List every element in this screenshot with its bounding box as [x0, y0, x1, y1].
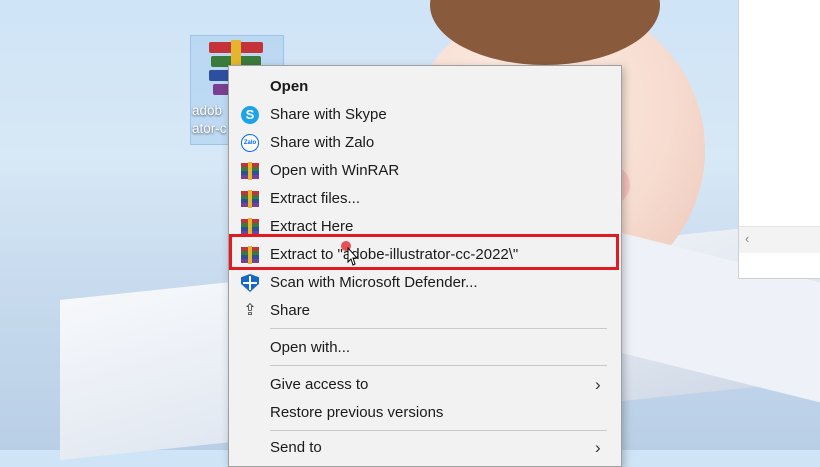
- scroll-left-icon[interactable]: ‹: [745, 231, 749, 246]
- menu-item-open[interactable]: Open: [229, 73, 621, 101]
- menu-separator: [270, 365, 607, 366]
- menu-item-restore-versions[interactable]: Restore previous versions: [229, 399, 621, 427]
- share-icon: ⇪: [243, 302, 257, 319]
- highlight-box: [229, 234, 619, 270]
- menu-item-open-with[interactable]: Open with...: [229, 334, 621, 362]
- menu-item-label: Open: [270, 78, 309, 95]
- defender-shield-icon: [241, 274, 259, 292]
- menu-item-label: Share: [270, 302, 311, 319]
- winrar-icon: [241, 190, 259, 208]
- menu-item-label: Restore previous versions: [270, 404, 444, 421]
- winrar-icon: [241, 162, 259, 180]
- menu-item-share-zalo[interactable]: Zalo Share with Zalo: [229, 129, 621, 157]
- menu-item-scan-defender[interactable]: Scan with Microsoft Defender...: [229, 269, 621, 297]
- menu-separator: [270, 328, 607, 329]
- menu-item-share-skype[interactable]: S Share with Skype: [229, 101, 621, 129]
- menu-item-label: Give access to: [270, 376, 369, 393]
- menu-item-open-winrar[interactable]: Open with WinRAR: [229, 157, 621, 185]
- menu-item-label: Extract files...: [270, 190, 361, 207]
- menu-item-send-to[interactable]: Send to ›: [229, 434, 621, 462]
- menu-item-label: Open with...: [270, 339, 351, 356]
- chevron-right-icon: ›: [595, 438, 601, 457]
- menu-item-label: Scan with Microsoft Defender...: [270, 274, 478, 291]
- menu-item-label: Send to: [270, 439, 322, 456]
- horizontal-scrollbar[interactable]: ‹: [739, 226, 820, 253]
- menu-item-share[interactable]: ⇪ Share: [229, 297, 621, 325]
- menu-item-label: Share with Skype: [270, 106, 387, 123]
- menu-item-label: Share with Zalo: [270, 134, 375, 151]
- menu-item-label: Open with WinRAR: [270, 162, 400, 179]
- mouse-cursor-icon: [347, 247, 359, 266]
- menu-separator: [270, 430, 607, 431]
- background-window[interactable]: ‹: [738, 0, 820, 279]
- skype-icon: S: [241, 106, 259, 124]
- menu-item-give-access[interactable]: Give access to ›: [229, 371, 621, 399]
- menu-item-extract-files[interactable]: Extract files...: [229, 185, 621, 213]
- chevron-right-icon: ›: [595, 375, 601, 394]
- zalo-icon: Zalo: [241, 134, 259, 152]
